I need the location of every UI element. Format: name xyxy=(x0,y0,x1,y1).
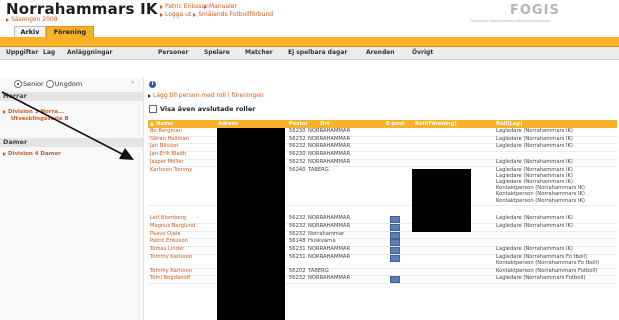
annotation-arrow-line xyxy=(1,91,125,156)
annotation-arrow xyxy=(1,91,134,160)
